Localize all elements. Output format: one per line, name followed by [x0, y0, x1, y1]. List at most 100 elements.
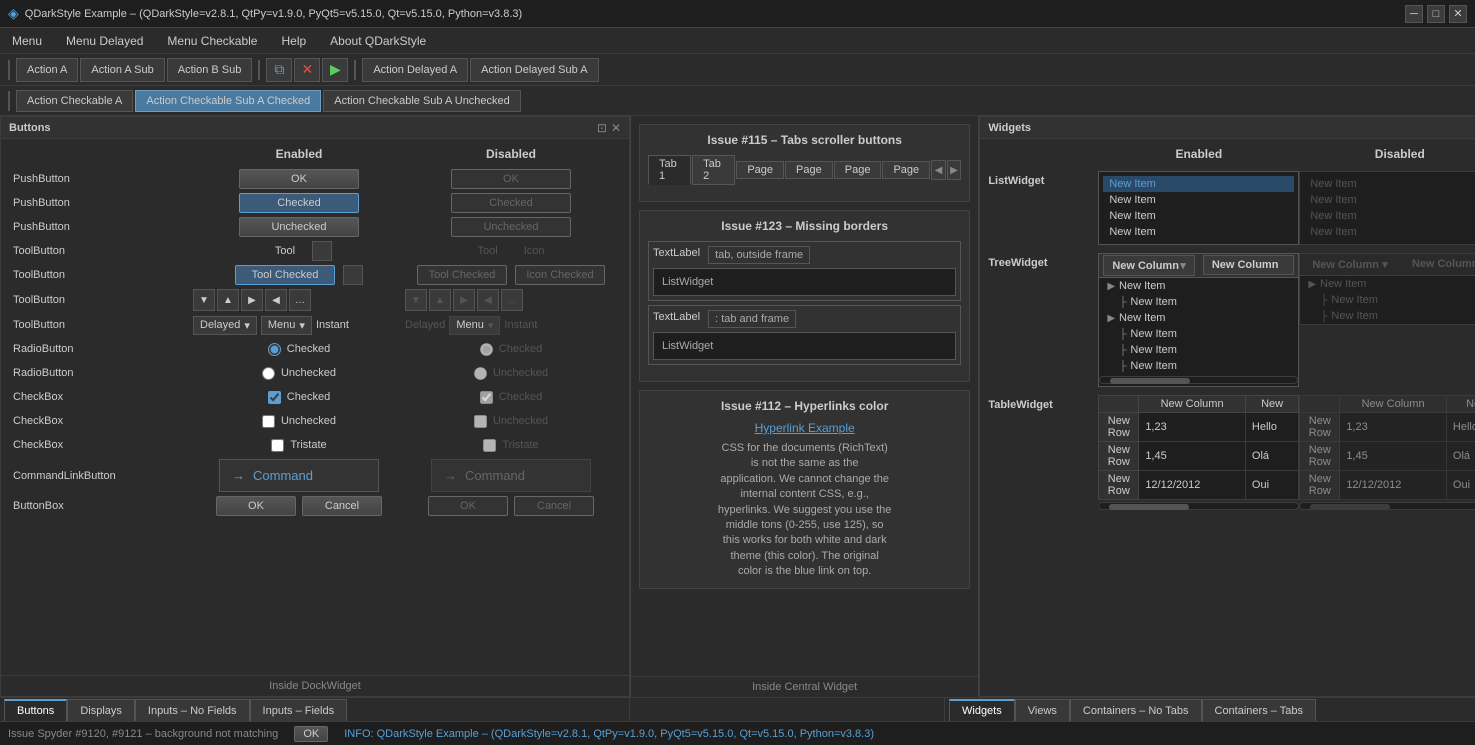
menu-menu[interactable]: Menu [8, 32, 46, 50]
table-row-3[interactable]: New Row 12/12/2012 Oui [1099, 471, 1299, 500]
tree-item-4[interactable]: ├New Item [1099, 326, 1298, 342]
radio-unchecked-enabled[interactable]: Unchecked [262, 367, 336, 380]
play-icon-btn[interactable]: ▶ [322, 58, 348, 82]
action-checkable-sub-unchecked-btn[interactable]: Action Checkable Sub A Unchecked [323, 90, 521, 112]
table-scrollbar-enabled[interactable] [1098, 502, 1299, 510]
cb-unchecked-enabled[interactable]: Unchecked [262, 415, 336, 428]
tree-col-dis-2: New Column [1400, 254, 1475, 275]
status-ok-btn[interactable]: OK [294, 726, 328, 742]
arrow-ellipsis-dis: … [501, 289, 523, 311]
hyperlink-description: CSS for the documents (RichText) is not … [648, 441, 961, 580]
list-item-1[interactable]: New Item [1103, 176, 1294, 192]
tab-scroll-left[interactable]: ◀ [931, 160, 946, 180]
tab-page-3[interactable]: Page [834, 161, 882, 179]
pushbutton-label-1: PushButton [13, 169, 193, 189]
bbox-cancel-enabled[interactable]: Cancel [302, 496, 382, 516]
tab-scroll-right[interactable]: ▶ [947, 160, 962, 180]
action-a-btn[interactable]: Action A [16, 58, 78, 82]
radio-checked-enabled[interactable]: Checked [268, 343, 330, 356]
table-row-2[interactable]: New Row 1,45 Olá [1099, 442, 1299, 471]
action-a-sub-btn[interactable]: Action A Sub [80, 58, 164, 82]
title-text: QDarkStyle Example – (QDarkStyle=v2.8.1,… [25, 8, 522, 20]
tab-page-1[interactable]: Page [736, 161, 784, 179]
minimize-btn[interactable]: ─ [1405, 5, 1423, 23]
arrow-right-btn[interactable]: ▶ [241, 289, 263, 311]
table-row-dis-1: New Row 1,23 Hello [1300, 413, 1475, 442]
menu-delayed[interactable]: Menu Delayed [62, 32, 147, 50]
tree-item-6[interactable]: ├New Item [1099, 358, 1298, 374]
cb-checked-enabled[interactable]: Checked [268, 391, 330, 404]
tool-btn-enabled[interactable]: Tool [266, 241, 304, 261]
tool-checked-btn-enabled[interactable]: Tool Checked [235, 265, 335, 285]
close-icon-btn[interactable]: ✕ [294, 58, 320, 82]
arrow-right-dis: ▶ [453, 289, 475, 311]
list-item-dis-4: New Item [1304, 224, 1475, 240]
checked-btn-enabled[interactable]: Checked [239, 193, 359, 213]
tree-item-5[interactable]: ├New Item [1099, 342, 1298, 358]
tab-containers-no-tabs[interactable]: Containers – No Tabs [1070, 699, 1202, 721]
buttons-panel-title: Buttons [9, 122, 51, 134]
tab-inputs-fields[interactable]: Inputs – Fields [250, 699, 348, 721]
tab-page-2[interactable]: Page [785, 161, 833, 179]
widgets-content: Enabled Disabled ListWidget New Item New… [980, 139, 1475, 696]
buttons-panel: Buttons ⊡ ✕ Enabled Disabled PushButton … [0, 116, 630, 697]
buttons-content: Enabled Disabled PushButton OK OK PushBu… [1, 139, 629, 675]
tab-and-frame: : tab and frame [708, 310, 796, 328]
hyperlink-example[interactable]: Hyperlink Example [755, 421, 855, 435]
issue-115-section: Issue #115 – Tabs scroller buttons Tab 1… [639, 124, 970, 202]
tree-item-3[interactable]: ▶New Item [1099, 310, 1298, 326]
tab-widgets[interactable]: Widgets [949, 699, 1015, 721]
bbox-ok-enabled[interactable]: OK [216, 496, 296, 516]
arrow-down-btn[interactable]: ▼ [193, 289, 215, 311]
cb-tristate-enabled[interactable]: Tristate [271, 439, 326, 452]
cmdlink-label: CommandLinkButton [13, 466, 193, 486]
close-btn[interactable]: ✕ [1449, 5, 1467, 23]
instant-dis-label: Instant [504, 319, 537, 331]
delayed-menu-btn[interactable]: Delayed▾ [193, 316, 257, 335]
unchecked-btn-enabled[interactable]: Unchecked [239, 217, 359, 237]
cb-checked-disabled: Checked [480, 391, 542, 404]
action-delayed-sub-a-btn[interactable]: Action Delayed Sub A [470, 58, 598, 82]
tree-item-2[interactable]: ├New Item [1099, 294, 1298, 310]
panel-close-btn[interactable]: ✕ [611, 121, 621, 135]
tab-2[interactable]: Tab 2 [692, 155, 735, 185]
ok-btn-enabled[interactable]: OK [239, 169, 359, 189]
tool-icon-btn[interactable] [312, 241, 332, 261]
cmd-link-btn-enabled[interactable]: → Command [219, 459, 379, 492]
tab-buttons[interactable]: Buttons [4, 699, 67, 721]
table-widget-enabled: New Column New New Row 1,23 Hello [1098, 395, 1299, 512]
tab-inputs-no-fields[interactable]: Inputs – No Fields [135, 699, 250, 721]
tab-containers-tabs[interactable]: Containers – Tabs [1202, 699, 1316, 721]
table-row-1[interactable]: New Row 1,23 Hello [1099, 413, 1299, 442]
arrow-left-btn[interactable]: ◀ [265, 289, 287, 311]
tab-page-4[interactable]: Page [882, 161, 930, 179]
toolbutton-label-2: ToolButton [13, 265, 193, 285]
action-delayed-a-btn[interactable]: Action Delayed A [362, 58, 468, 82]
tab-1[interactable]: Tab 1 [648, 155, 691, 185]
list-item-2[interactable]: New Item [1103, 192, 1294, 208]
instant-label: Instant [316, 319, 349, 331]
menu-help[interactable]: Help [277, 32, 310, 50]
tab-views[interactable]: Views [1015, 699, 1070, 721]
arrow-up-btn[interactable]: ▲ [217, 289, 239, 311]
tool-checked-icon[interactable] [343, 265, 363, 285]
icon-checked-btn-disabled: Icon Checked [515, 265, 605, 285]
radio-unchecked-disabled: Unchecked [474, 367, 548, 380]
arrow-ellipsis-btn[interactable]: … [289, 289, 311, 311]
list-item-4[interactable]: New Item [1103, 224, 1294, 240]
copy-icon-btn[interactable]: ⧉ [266, 58, 292, 82]
tree-scrollbar-enabled[interactable] [1099, 376, 1298, 384]
toolbutton-label-4: ToolButton [13, 315, 193, 335]
menu-checkable[interactable]: Menu Checkable [163, 32, 261, 50]
menu-about[interactable]: About QDarkStyle [326, 32, 430, 50]
tree-item-1[interactable]: ▶New Item [1099, 278, 1298, 294]
action-checkable-sub-checked-btn[interactable]: Action Checkable Sub A Checked [135, 90, 321, 112]
tab-displays[interactable]: Displays [67, 699, 135, 721]
panel-float-btn[interactable]: ⊡ [597, 121, 607, 135]
maximize-btn[interactable]: □ [1427, 5, 1445, 23]
cb-unchecked-disabled: Unchecked [474, 415, 548, 428]
action-b-sub-btn[interactable]: Action B Sub [167, 58, 253, 82]
list-item-3[interactable]: New Item [1103, 208, 1294, 224]
menu-btn[interactable]: Menu▾ [261, 316, 312, 335]
action-checkable-a-btn[interactable]: Action Checkable A [16, 90, 133, 112]
